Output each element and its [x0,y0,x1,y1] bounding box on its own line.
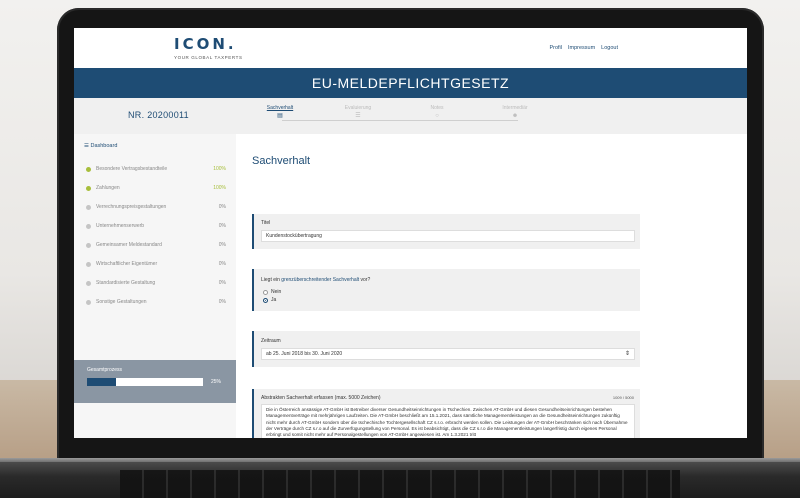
dashboard-link[interactable]: ☰ Dashboard [84,143,117,149]
zeitraum-card: Zeitraum ab 25. Juni 2018 bis 30. Juni 2… [252,331,640,367]
status-dot [86,299,91,305]
status-dot [86,261,91,267]
step-intermediaer[interactable]: Intermediär ☻ [485,105,545,119]
sidebar-item-percent: 0% [218,299,226,305]
dashboard-label: Dashboard [90,143,118,149]
step-notes[interactable]: Notes ○ [407,105,467,119]
chat-icon: ○ [435,113,439,119]
status-dot [86,280,91,286]
sidebar-item-label: Gemeinsamer Meldestandard [96,242,162,248]
question-card: Liegt ein grenzüberschreitender Sachverh… [252,269,640,311]
sidebar-item-standardisierte[interactable]: Standardisierte Gestaltung 0% [86,278,226,288]
sidebar-item-sonstige[interactable]: Sonstige Gestaltungen 0% [86,297,226,307]
sidebar-item-label: Sonstige Gestaltungen [96,299,147,305]
zeitraum-select[interactable]: ab 25. Juni 2018 bis 30. Juni 2020 ⇕ [261,348,635,360]
question-text: Liegt ein grenzüberschreitender Sachverh… [261,277,371,283]
nav-logout-link[interactable]: Logout [601,45,618,51]
sidebar-item-meldestandard[interactable]: Gemeinsamer Meldestandard 0% [86,240,226,250]
sidebar-item-label: Wirtschaftlicher Eigentümer [96,261,158,267]
main-content: Sachverhalt Titel Kundenstockübertragung… [236,134,747,438]
nav-impressum-link[interactable]: Impressum [568,45,595,51]
zeitraum-value: ab 25. Juni 2018 bis 30. Juni 2020 [266,351,343,357]
sidebar-item-label: Zahlungen [96,185,120,191]
status-dot [86,223,91,229]
sidebar-item-label: Besondere Vertragsbestandteile [96,166,168,172]
zeitraum-label: Zeitraum [261,338,281,344]
sidebar-item-verrechnungspreise[interactable]: Verrechnungspreisgestaltungen 0% [86,202,226,212]
step-bar: NR. 20200011 Sachverhalt ▤ Evaluierung ☰… [74,98,747,134]
status-dot [86,242,91,248]
question-link[interactable]: grenzüberschreitender Sachverhalt [281,277,359,283]
abstract-label: Abstrakten Sachverhalt erfassen (max. 50… [261,395,381,401]
radio-ja[interactable]: Ja [263,297,276,303]
sidebar-item-percent: 100% [213,185,226,191]
top-bar: ICON. YOUR GLOBAL TAXPERTS Profil Impres… [74,28,747,68]
sidebar-item-percent: 0% [218,261,226,267]
sidebar-item-vertragsbestandteile[interactable]: Besondere Vertragsbestandteile 100% [86,164,226,174]
logo-tagline: YOUR GLOBAL TAXPERTS [174,55,243,60]
select-arrows-icon: ⇕ [624,351,630,357]
case-number: NR. 20200011 [128,110,189,120]
sidebar-item-zahlungen[interactable]: Zahlungen 100% [86,183,226,193]
titel-label: Titel [261,220,271,226]
step-label: Sachverhalt [266,105,294,111]
sidebar-item-percent: 0% [218,204,226,210]
step-evaluierung[interactable]: Evaluierung ☰ [328,105,388,119]
step-label: Evaluierung [344,105,372,111]
overall-progress-value: 25% [211,379,222,385]
sidebar-item-eigentuemer[interactable]: Wirtschaftlicher Eigentümer 0% [86,259,226,269]
step-sachverhalt[interactable]: Sachverhalt ▤ [250,105,310,119]
progress-track [87,378,203,386]
step-label: Notes [430,105,444,111]
person-icon: ☻ [511,113,519,119]
radio-circle [263,289,268,295]
sidebar-item-label: Verrechnungspreisgestaltungen [96,204,167,210]
logo[interactable]: ICON. YOUR GLOBAL TAXPERTS [174,35,243,61]
character-counter: 1009 / 5000 [612,395,634,400]
abstract-card: Abstrakten Sachverhalt erfassen (max. 50… [252,389,640,438]
progress-fill [87,378,116,386]
sidebar-item-label: Unternehmenserwerb [96,223,145,229]
status-dot [86,185,91,191]
overall-progress: Gesamtprozess 25% [74,360,236,403]
sidebar: ☰ Dashboard Besondere Vertragsbestandtei… [74,134,236,438]
sidebar-item-percent: 0% [218,242,226,248]
page-title: Sachverhalt [252,155,311,167]
titel-card: Titel Kundenstockübertragung [252,214,640,249]
page-banner: EU-MELDEPFLICHTGESETZ [74,68,747,98]
sidebar-item-percent: 100% [213,166,226,172]
document-icon: ▤ [277,113,283,119]
list-icon: ☰ [355,113,361,119]
status-dot [86,166,91,172]
top-nav: Profil Impressum Logout [549,45,618,51]
radio-label: Nein [271,289,282,295]
abstract-textarea[interactable]: Die in Österreich ansässige AT-GmbH ist … [261,404,635,438]
step-label: Intermediär [502,105,528,111]
radio-label: Ja [271,297,277,303]
steps-connector-line [282,120,518,121]
overall-progress-label: Gesamtprozess [87,367,123,373]
sidebar-item-label: Standardisierte Gestaltung [96,280,156,286]
menu-icon: ☰ [84,143,89,149]
sidebar-item-percent: 0% [218,223,226,229]
radio-nein[interactable]: Nein [263,289,281,295]
sidebar-item-percent: 0% [218,280,226,286]
logo-wordmark: ICON. [174,35,237,53]
laptop-keyboard [120,470,680,498]
screen: ICON. YOUR GLOBAL TAXPERTS Profil Impres… [74,28,747,438]
radio-circle [263,297,268,303]
status-dot [86,204,91,210]
nav-profil-link[interactable]: Profil [549,45,562,51]
titel-input[interactable]: Kundenstockübertragung [261,230,635,242]
sidebar-item-unternehmenserwerb[interactable]: Unternehmenserwerb 0% [86,221,226,231]
